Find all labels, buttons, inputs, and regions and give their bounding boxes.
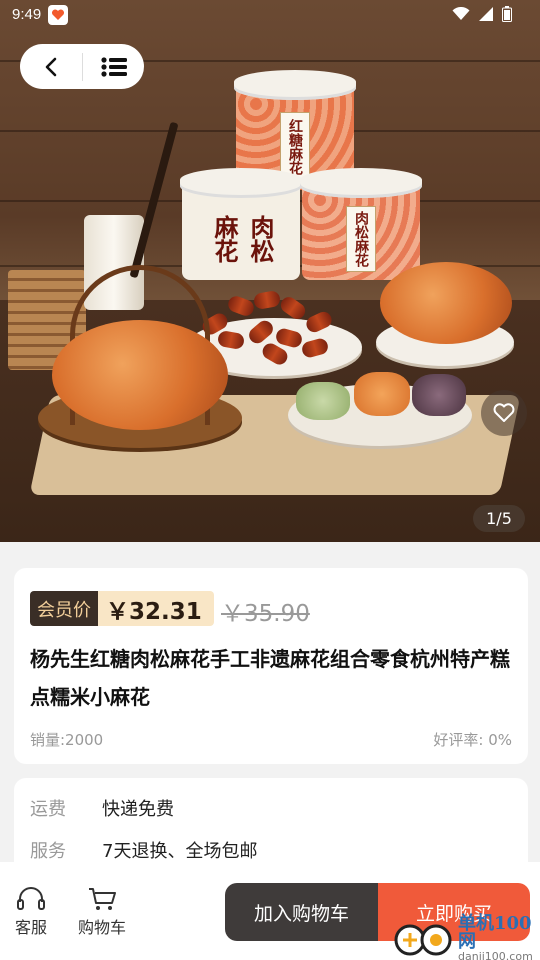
status-icons	[452, 6, 512, 22]
watermark-logo	[392, 918, 456, 958]
can-left: 肉松麻花	[180, 168, 302, 280]
watermark-cn: 单机100网	[458, 912, 532, 952]
service-key: 服务	[30, 841, 66, 862]
menu-list-icon	[100, 56, 127, 77]
app-notification-icon	[48, 5, 68, 25]
can-label: 肉松麻花	[346, 206, 376, 272]
shipping-row: 运费 快递免费	[30, 795, 174, 821]
signal-icon	[479, 7, 493, 21]
customer-service-label: 客服	[15, 918, 48, 937]
status-time: 9:49	[12, 6, 42, 23]
member-label: 会员价	[30, 591, 98, 626]
back-icon	[45, 57, 57, 76]
image-counter: 1/5	[473, 505, 525, 532]
price-card: 会员价 ￥32.31 ￥35.90 杨先生红糖肉松麻花手工非遗麻花组合零食杭州特…	[14, 568, 528, 764]
battery-icon	[502, 6, 512, 22]
cart-label: 购物车	[78, 918, 127, 937]
can-label: 肉松麻花	[210, 215, 275, 263]
can-right: 肉松麻花	[300, 168, 422, 280]
watermark-en: danji100.com	[458, 949, 533, 960]
back-button[interactable]	[20, 44, 82, 89]
customer-service-button[interactable]: 客服	[15, 886, 47, 938]
heart-icon	[493, 403, 515, 422]
watermark-text: 单机100网 danji100.com	[458, 912, 540, 960]
nav-pill	[20, 44, 144, 89]
headset-icon	[17, 887, 45, 910]
cart-icon	[89, 888, 116, 910]
shipping-key: 运费	[30, 799, 66, 820]
floss-right	[380, 262, 512, 344]
wifi-icon	[452, 7, 470, 20]
member-price-tag: 会员价 ￥32.31	[30, 591, 214, 626]
dish-snacks	[296, 372, 468, 426]
cart-button[interactable]: 购物车	[78, 886, 126, 938]
menu-button[interactable]	[83, 44, 144, 89]
product-title: 杨先生红糖肉松麻花手工非遗麻花组合零食杭州特产糕点糯米小麻花	[30, 647, 510, 709]
rating: 好评率: 0%	[433, 731, 512, 749]
service-value: 7天退换、全场包邮	[102, 841, 258, 862]
service-row[interactable]: 服务 7天退换、全场包邮	[30, 837, 257, 863]
status-bar: 9:49	[0, 0, 540, 30]
original-price: ￥35.90	[221, 601, 310, 627]
site-watermark: 单机100网 danji100.com	[392, 912, 540, 960]
favorite-button[interactable]	[481, 390, 527, 436]
member-price: ￥32.31	[98, 591, 214, 626]
floss-basket	[52, 320, 228, 430]
sales-count: 销量:2000	[30, 731, 104, 749]
product-image[interactable]: 红糖麻花 肉松麻花 肉松麻花 9:49 1/5	[0, 0, 540, 542]
shipping-value: 快递免费	[102, 799, 174, 820]
add-to-cart-button[interactable]: 加入购物车	[225, 883, 378, 941]
